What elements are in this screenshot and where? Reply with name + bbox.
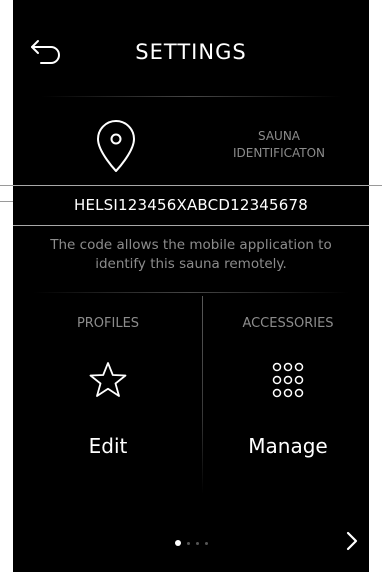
page-dot-3[interactable] — [196, 541, 199, 545]
next-page-button[interactable] — [341, 528, 363, 554]
page-indicator — [175, 539, 208, 547]
right-connector-line — [369, 185, 382, 186]
header-divider — [41, 96, 341, 97]
accessories-panel[interactable]: ACCESSORIES Manage — [213, 300, 363, 470]
left-connector-line-lower — [0, 201, 13, 202]
dots-grid-icon — [270, 360, 306, 404]
accessories-label: ACCESSORIES — [242, 316, 334, 331]
left-connector-line — [0, 185, 13, 186]
sauna-identification-label-line2: IDENTIFICATON — [232, 146, 326, 160]
page-dot-1[interactable] — [175, 540, 181, 546]
edit-profiles-button[interactable]: Edit — [33, 434, 183, 458]
settings-screen: SETTINGS SAUNA IDENTIFICATON HELSI123456… — [13, 0, 369, 572]
page-dot-2[interactable] — [187, 541, 190, 545]
sauna-identification-label-line1: SAUNA — [257, 129, 301, 143]
sauna-identification-label: SAUNA IDENTIFICATON — [209, 128, 349, 162]
description-divider — [33, 292, 349, 293]
sauna-id-description: The code allows the mobile application t… — [50, 237, 332, 272]
profiles-panel[interactable]: PROFILES Edit — [33, 300, 183, 470]
profiles-label: PROFILES — [76, 316, 140, 331]
page-dot-4[interactable] — [205, 541, 208, 545]
manage-accessories-button[interactable]: Manage — [213, 434, 363, 458]
page-title: SETTINGS — [135, 40, 247, 64]
star-icon — [88, 360, 128, 404]
sauna-id-code: HELSI123456XABCD12345678 — [13, 185, 369, 226]
chevron-right-icon — [346, 531, 358, 551]
location-pin-icon — [93, 118, 139, 174]
panel-divider — [202, 296, 203, 494]
